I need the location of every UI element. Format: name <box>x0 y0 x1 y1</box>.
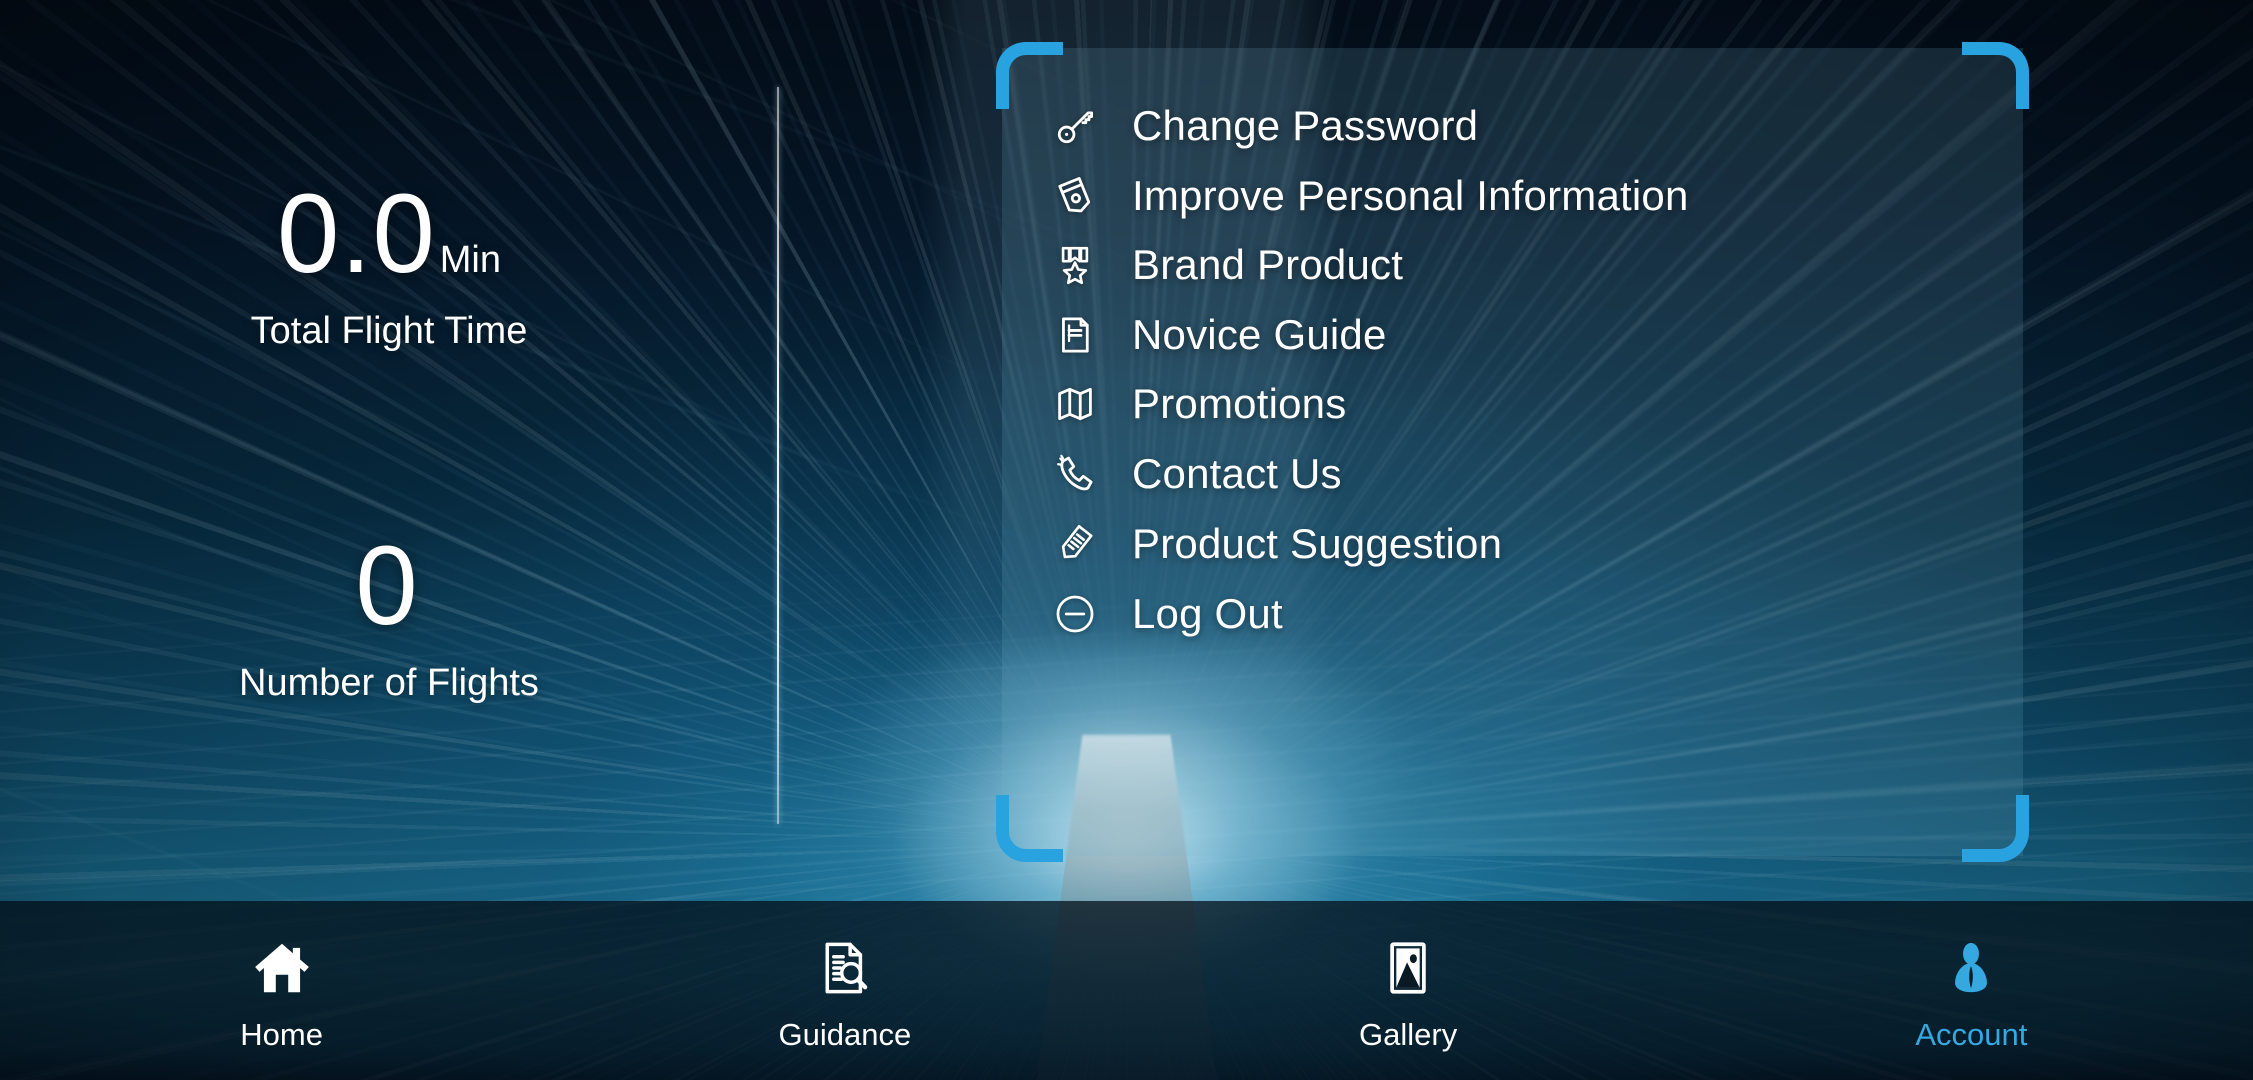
stat-value-row: 0 <box>0 530 778 642</box>
menu-item-log-out[interactable]: Log Out <box>1044 564 2023 664</box>
guide-icon <box>817 935 873 1001</box>
vertical-divider <box>777 87 779 824</box>
menu-item-label: Promotions <box>1132 380 1347 427</box>
nav-tab-gallery[interactable]: Gallery <box>1127 901 1690 1080</box>
app-root: 0.0 Min Total Flight Time 0 Number of Fl… <box>0 0 2253 1080</box>
number-of-flights-value: 0 <box>355 523 419 648</box>
image-icon <box>1380 935 1436 1001</box>
minus-circle-icon <box>1044 592 1106 636</box>
total-flight-time-value: 0.0 <box>277 171 436 296</box>
home-icon <box>251 935 313 1001</box>
nav-tab-label: Gallery <box>1359 1016 1458 1052</box>
bottom-navigation-bar: Home Guidance Gallery Account <box>0 901 2253 1080</box>
stat-value-row: 0.0 Min <box>0 178 778 290</box>
nav-tab-label: Guidance <box>778 1016 912 1052</box>
number-of-flights-label: Number of Flights <box>239 662 539 704</box>
flight-stats-panel: 0.0 Min Total Flight Time 0 Number of Fl… <box>0 0 778 900</box>
person-icon <box>1942 935 2000 1001</box>
phone-icon <box>1044 453 1106 495</box>
tag-icon <box>1044 175 1106 217</box>
menu-item-label: Change Password <box>1132 102 1479 149</box>
stat-total-flight-time: 0.0 Min Total Flight Time <box>0 178 778 353</box>
nav-tab-home[interactable]: Home <box>0 901 563 1080</box>
nav-tab-label: Account <box>1915 1016 2028 1052</box>
document-icon <box>1044 314 1106 356</box>
menu-item-label: Product Suggestion <box>1132 520 1503 567</box>
stat-number-of-flights: 0 Number of Flights <box>0 530 778 705</box>
total-flight-time-unit: Min <box>439 239 501 281</box>
menu-item-label: Novice Guide <box>1132 311 1387 358</box>
menu-item-label: Log Out <box>1132 590 1283 637</box>
key-icon <box>1044 105 1106 147</box>
nav-tab-account[interactable]: Account <box>1690 901 2253 1080</box>
menu-item-label: Brand Product <box>1132 241 1404 288</box>
account-menu-panel: Change Password Improve Personal Informa… <box>996 42 2029 862</box>
menu-item-label: Improve Personal Information <box>1132 172 1689 219</box>
account-menu-list: Change Password Improve Personal Informa… <box>1044 48 2023 856</box>
medal-star-icon <box>1044 244 1106 286</box>
total-flight-time-label: Total Flight Time <box>250 310 528 352</box>
nav-tab-label: Home <box>240 1016 323 1052</box>
nav-tab-guidance[interactable]: Guidance <box>563 901 1126 1080</box>
feedback-icon <box>1044 523 1106 565</box>
menu-item-label: Contact Us <box>1132 450 1342 497</box>
map-icon <box>1044 383 1106 425</box>
